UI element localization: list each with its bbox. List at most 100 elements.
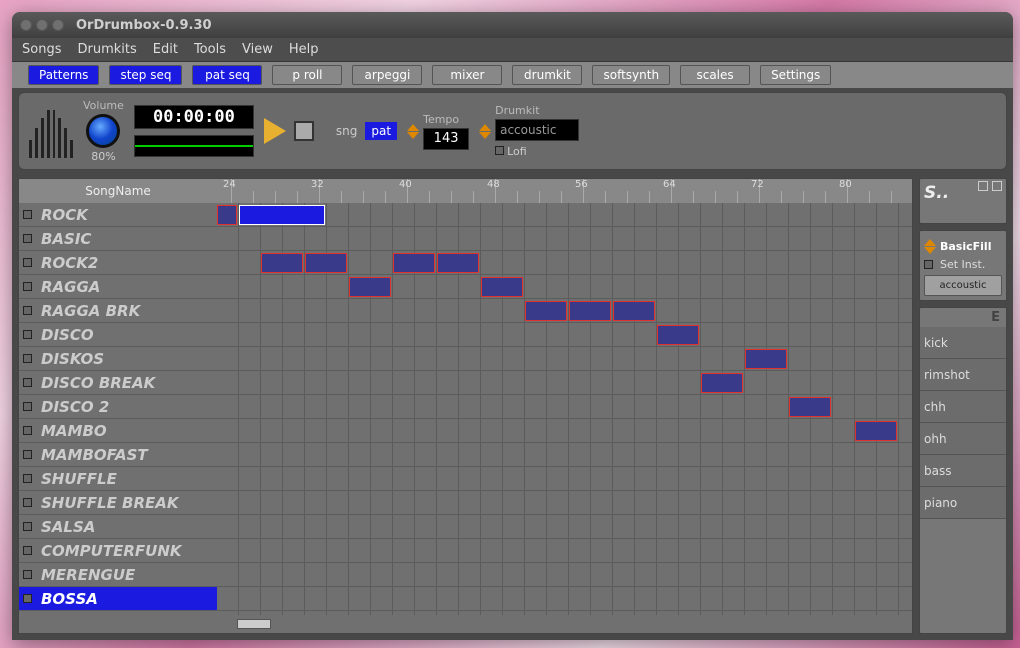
track-row[interactable]: DISCO 2 <box>19 395 217 419</box>
tab-softsynth[interactable]: softsynth <box>592 65 670 85</box>
track-mute-checkbox[interactable] <box>23 354 32 363</box>
track-row[interactable]: MERENGUE <box>19 563 217 587</box>
pattern-clip[interactable] <box>437 253 479 273</box>
popout2-icon[interactable] <box>992 181 1002 191</box>
popout-icon[interactable] <box>978 181 988 191</box>
time-ruler[interactable] <box>217 179 912 203</box>
stop-button[interactable] <box>294 121 314 141</box>
instrument-item[interactable]: ohh <box>920 423 1006 455</box>
menu-tools[interactable]: Tools <box>194 42 226 57</box>
pattern-clip[interactable] <box>261 253 303 273</box>
tab-arpeggi[interactable]: arpeggi <box>352 65 422 85</box>
menu-drumkits[interactable]: Drumkits <box>77 42 136 57</box>
instrument-item[interactable]: rimshot <box>920 359 1006 391</box>
drumkit-spinner[interactable] <box>479 124 491 139</box>
tab-step-seq[interactable]: step seq <box>109 65 182 85</box>
tab-p-roll[interactable]: p roll <box>272 65 342 85</box>
pattern-clip[interactable] <box>745 349 787 369</box>
volume-group: Volume 80% <box>83 99 124 163</box>
track-mute-checkbox[interactable] <box>23 522 32 531</box>
track-row[interactable]: ROCK2 <box>19 251 217 275</box>
zoom-handle[interactable] <box>237 619 271 629</box>
window-close-icon[interactable] <box>20 19 32 31</box>
instrument-item[interactable]: piano <box>920 487 1006 519</box>
horizontal-zoom[interactable] <box>217 615 912 633</box>
lofi-checkbox[interactable]: Lofi <box>495 145 579 158</box>
tab-mixer[interactable]: mixer <box>432 65 502 85</box>
instrument-item[interactable]: bass <box>920 455 1006 487</box>
track-row[interactable]: SHUFFLE BREAK <box>19 491 217 515</box>
pattern-clip[interactable] <box>525 301 567 321</box>
drumkit-button[interactable]: accoustic <box>924 275 1002 296</box>
pattern-clip[interactable] <box>657 325 699 345</box>
pattern-clip[interactable] <box>305 253 347 273</box>
pattern-clip[interactable] <box>569 301 611 321</box>
pattern-clip[interactable] <box>393 253 435 273</box>
menu-help[interactable]: Help <box>289 42 319 57</box>
drumkit-select[interactable]: accoustic <box>495 119 579 141</box>
pattern-spinner[interactable] <box>924 239 936 254</box>
track-row[interactable]: DISCO BREAK <box>19 371 217 395</box>
track-mute-checkbox[interactable] <box>23 234 32 243</box>
pattern-clip[interactable] <box>217 205 237 225</box>
track-row[interactable]: BOSSA <box>19 587 217 611</box>
pattern-clip[interactable] <box>855 421 897 441</box>
pattern-clip[interactable] <box>701 373 743 393</box>
track-label: ROCK2 <box>41 254 98 272</box>
track-mute-checkbox[interactable] <box>23 306 32 315</box>
tempo-input[interactable] <box>423 128 469 150</box>
track-mute-checkbox[interactable] <box>23 594 32 603</box>
track-mute-checkbox[interactable] <box>23 210 32 219</box>
window-maximize-icon[interactable] <box>52 19 64 31</box>
pattern-clip[interactable] <box>481 277 523 297</box>
instrument-item[interactable]: kick <box>920 327 1006 359</box>
pat-toggle[interactable]: pat <box>365 122 397 140</box>
tab-Settings[interactable]: Settings <box>760 65 831 85</box>
menu-songs[interactable]: Songs <box>22 42 61 57</box>
track-row[interactable]: MAMBOFAST <box>19 443 217 467</box>
pattern-clip[interactable] <box>349 277 391 297</box>
volume-dial[interactable] <box>86 114 120 148</box>
set-inst-checkbox[interactable]: Set Inst. <box>924 258 1002 271</box>
tab-pat-seq[interactable]: pat seq <box>192 65 262 85</box>
tab-scales[interactable]: scales <box>680 65 750 85</box>
pattern-clip[interactable] <box>239 205 325 225</box>
track-row[interactable]: COMPUTERFUNK <box>19 539 217 563</box>
pattern-clip[interactable] <box>789 397 831 417</box>
track-row[interactable]: ROCK <box>19 203 217 227</box>
pattern-clip[interactable] <box>613 301 655 321</box>
menu-view[interactable]: View <box>242 42 273 57</box>
track-row[interactable]: SHUFFLE <box>19 467 217 491</box>
menu-edit[interactable]: Edit <box>153 42 178 57</box>
tab-drumkit[interactable]: drumkit <box>512 65 582 85</box>
track-mute-checkbox[interactable] <box>23 474 32 483</box>
tempo-spinner[interactable] <box>407 124 419 139</box>
play-button[interactable] <box>264 118 286 144</box>
track-mute-checkbox[interactable] <box>23 282 32 291</box>
track-mute-checkbox[interactable] <box>23 450 32 459</box>
window-minimize-icon[interactable] <box>36 19 48 31</box>
track-mute-checkbox[interactable] <box>23 258 32 267</box>
track-label: ROCK <box>41 206 88 224</box>
track-row[interactable]: RAGGA BRK <box>19 299 217 323</box>
track-mute-checkbox[interactable] <box>23 330 32 339</box>
track-row[interactable]: MAMBO <box>19 419 217 443</box>
track-row[interactable]: RAGGA <box>19 275 217 299</box>
track-row[interactable]: DISCO <box>19 323 217 347</box>
track-mute-checkbox[interactable] <box>23 546 32 555</box>
sequencer-body[interactable]: ROCKBASICROCK2RAGGARAGGA BRKDISCODISKOSD… <box>19 203 912 633</box>
track-mute-checkbox[interactable] <box>23 570 32 579</box>
tab-Patterns[interactable]: Patterns <box>28 65 99 85</box>
track-mute-checkbox[interactable] <box>23 402 32 411</box>
instrument-item[interactable]: chh <box>920 391 1006 423</box>
track-row[interactable]: BASIC <box>19 227 217 251</box>
track-row[interactable]: SALSA <box>19 515 217 539</box>
pattern-name[interactable]: BasicFill <box>940 240 991 253</box>
sng-toggle[interactable]: sng <box>330 122 363 140</box>
track-mute-checkbox[interactable] <box>23 498 32 507</box>
track-mute-checkbox[interactable] <box>23 426 32 435</box>
titlebar[interactable]: OrDrumbox-0.9.30 <box>12 12 1013 38</box>
track-row[interactable]: DISKOS <box>19 347 217 371</box>
progress-bar[interactable] <box>134 135 254 157</box>
track-mute-checkbox[interactable] <box>23 378 32 387</box>
